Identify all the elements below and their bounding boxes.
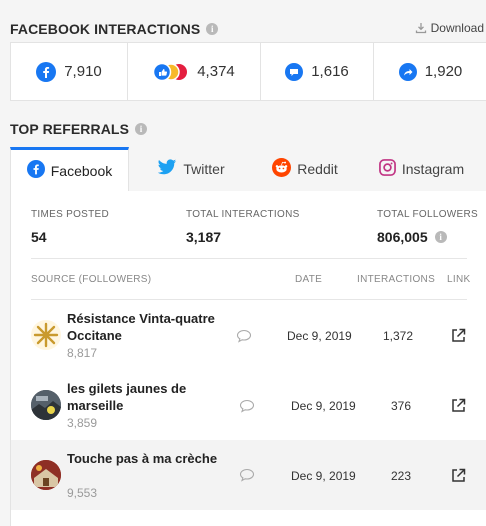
tab-twitter[interactable]: Twitter [129,147,253,191]
info-icon[interactable]: i [434,231,447,243]
referral-tabs: Facebook Twitter Reddit Instagram [10,147,486,191]
facebook-icon [26,160,45,181]
external-link-icon[interactable] [451,398,466,413]
header-link: LINK [447,274,471,285]
header-date: DATE [295,274,323,285]
table-row: les gilets jaunes de marseille 3,859 Dec… [11,370,486,440]
reactions-icon [153,62,189,82]
stat-times-posted: TIMES POSTED 54 [31,209,109,245]
row-date: Dec 9, 2019 [291,469,356,483]
facebook-icon [36,61,57,82]
row-interactions: 376 [391,399,412,413]
tab-reddit[interactable]: Reddit [253,147,357,191]
tab-label: Reddit [297,161,338,177]
external-link-icon[interactable] [451,328,466,343]
avatar [31,460,61,490]
share-arrow-icon [398,62,417,81]
metric-value: 7,910 [64,63,102,80]
comment-icon[interactable] [239,399,255,413]
occitan-cross-icon [33,322,59,348]
stat-value: 54 [31,229,47,245]
metric-total: 7,910 [11,43,128,100]
comment-icon[interactable] [239,468,255,482]
header-source: SOURCE (FOLLOWERS) [31,274,152,285]
info-icon[interactable]: i [135,123,148,135]
download-button[interactable]: Download [415,21,484,35]
source-followers: 9,553 [67,486,98,500]
facebook-interactions-heading: FACEBOOK INTERACTIONS i [10,21,219,37]
metric-value: 1,920 [424,63,463,80]
metric-comments: 1,616 [261,43,374,100]
facebook-interactions-title: FACEBOOK INTERACTIONS [10,21,201,37]
tab-instagram[interactable]: Instagram [357,147,486,191]
divider [31,258,467,259]
top-referrals-title: TOP REFERRALS [10,121,130,137]
tab-facebook[interactable]: Facebook [10,147,129,191]
metric-value: 1,616 [311,63,349,80]
external-link-icon[interactable] [451,468,466,483]
row-interactions: 223 [391,469,412,483]
table-row: Résistance Vinta-quatre Occitane 8,817 D… [11,300,486,370]
source-name[interactable]: les gilets jaunes de marseille [67,380,237,414]
comment-icon[interactable] [236,329,252,343]
avatar [31,390,61,420]
table-row: Touche pas à ma crèche 9,553 Dec 9, 2019… [11,440,486,510]
stat-total-interactions: TOTAL INTERACTIONS 3,187 [186,209,300,245]
source-name[interactable]: Résistance Vinta-quatre Occitane [67,310,237,344]
twitter-bird-icon [157,159,177,179]
comment-bubble-icon [285,62,304,81]
download-icon [415,23,426,34]
row-date: Dec 9, 2019 [291,399,356,413]
stat-value: 806,005 i [377,229,478,245]
stat-label: TIMES POSTED [31,209,110,220]
tab-label: Instagram [401,161,465,177]
stat-value: 3,187 [186,229,222,245]
avatar [31,320,61,350]
stat-label: TOTAL FOLLOWERS [377,209,478,220]
photo-thumbnail-icon [31,460,61,490]
stat-label: TOTAL INTERACTIONS [186,209,300,220]
top-referrals-heading: TOP REFERRALS i [10,121,148,137]
row-interactions: 1,372 [383,329,414,343]
photo-thumbnail-icon [31,390,61,420]
reddit-icon [272,158,292,180]
header-interactions: INTERACTIONS [357,274,436,285]
source-followers: 8,817 [67,346,98,360]
interaction-metrics: 7,910 4,374 1,616 1,920 [10,42,486,101]
metric-value: 4,374 [197,63,235,80]
source-name[interactable]: Touche pas à ma crèche [67,450,237,467]
source-followers: 3,859 [67,416,98,430]
download-label: Download [430,21,484,35]
row-date: Dec 9, 2019 [287,329,352,343]
stat-total-followers: TOTAL FOLLOWERS 806,005 i [377,209,478,245]
tab-label: Twitter [183,161,225,177]
instagram-icon [378,159,396,179]
referral-panel: TIMES POSTED 54 TOTAL INTERACTIONS 3,187… [10,191,486,526]
info-icon[interactable]: i [206,23,219,35]
tab-label: Facebook [50,162,113,179]
metric-shares: 1,920 [374,43,486,100]
metric-reactions: 4,374 [128,43,261,100]
